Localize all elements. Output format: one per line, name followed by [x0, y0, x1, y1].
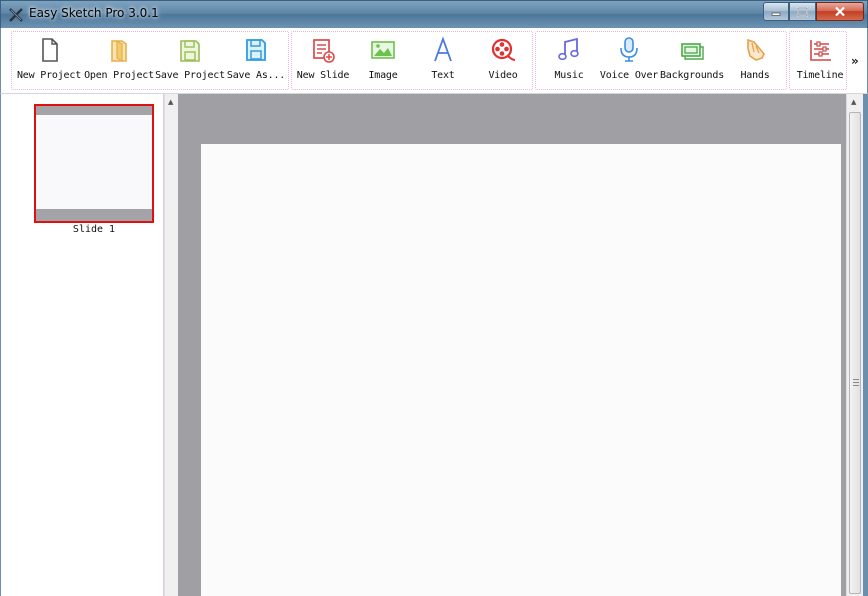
new-project-label: New Project: [16, 70, 82, 81]
minimize-button[interactable]: [763, 2, 789, 21]
toolbar-overflow-button[interactable]: »: [851, 54, 859, 68]
save-as-label: Save As...: [226, 70, 286, 81]
save-project-label: Save Project: [155, 70, 225, 81]
save-as-button[interactable]: Save As...: [223, 32, 289, 88]
hands-button[interactable]: Hands: [722, 32, 788, 88]
new-slide-label: New Slide: [296, 70, 350, 81]
timeline-button[interactable]: Timeline: [787, 32, 853, 88]
main-toolbar: New Project Open Project Save Project Sa…: [0, 28, 868, 94]
open-project-button[interactable]: Open Project: [84, 32, 154, 88]
close-icon: [835, 6, 845, 17]
voice-over-label: Voice Over: [599, 70, 659, 81]
video-icon: [491, 38, 516, 61]
text-button[interactable]: Text: [410, 32, 476, 88]
title-bar: Easy Sketch Pro 3.0.1: [0, 0, 868, 28]
slide-thumbnail[interactable]: [34, 104, 154, 223]
canvas-scroll-up-arrow-icon[interactable]: ▲: [851, 98, 856, 106]
close-button[interactable]: [816, 2, 864, 21]
backgrounds-label: Backgrounds: [659, 70, 725, 81]
slide-canvas[interactable]: [201, 144, 841, 596]
window-right-border: [863, 94, 868, 596]
text-icon: [434, 36, 452, 62]
voice-over-button[interactable]: Voice Over: [596, 32, 662, 88]
new-project-button[interactable]: New Project: [16, 32, 82, 88]
image-icon: [371, 41, 395, 59]
timeline-icon: [810, 40, 831, 61]
video-button[interactable]: Video: [470, 32, 536, 88]
microphone-icon: [620, 37, 638, 62]
slides-panel: Slide 1: [0, 94, 164, 596]
music-label: Music: [554, 70, 584, 81]
image-label: Image: [368, 70, 398, 81]
scroll-grip-icon: [853, 379, 859, 388]
new-slide-button[interactable]: New Slide: [290, 32, 356, 88]
new-slide-icon: [313, 39, 335, 63]
save-disk-icon: [180, 40, 200, 62]
maximize-button[interactable]: [789, 2, 816, 21]
music-button[interactable]: Music: [536, 32, 602, 88]
backgrounds-button[interactable]: Backgrounds: [659, 32, 725, 88]
image-button[interactable]: Image: [350, 32, 416, 88]
open-folder-icon: [111, 39, 127, 63]
hand-icon: [747, 38, 765, 61]
slide-thumbnail-bottom-band: [36, 209, 152, 221]
backgrounds-icon: [681, 43, 704, 60]
window-title: Easy Sketch Pro 3.0.1: [29, 6, 159, 20]
canvas-vertical-scrollbar[interactable]: ▲: [846, 94, 863, 596]
app-logo-icon: [9, 8, 23, 22]
save-as-disk-icon: [246, 39, 266, 61]
minimize-icon: [771, 12, 781, 16]
canvas-area: [178, 94, 846, 596]
text-label: Text: [431, 70, 455, 81]
slide-thumbnail-top-band: [36, 106, 152, 115]
hands-label: Hands: [740, 70, 770, 81]
new-file-icon: [42, 38, 58, 62]
slide-label: Slide 1: [72, 224, 116, 235]
slides-panel-scrollbar[interactable]: ▲: [164, 94, 178, 596]
video-label: Video: [488, 70, 518, 81]
maximize-icon: [797, 6, 808, 17]
timeline-label: Timeline: [796, 70, 844, 81]
canvas-scroll-thumb[interactable]: [849, 112, 861, 594]
scroll-up-arrow-icon[interactable]: ▲: [168, 98, 173, 106]
save-project-button[interactable]: Save Project: [155, 32, 225, 88]
music-icon: [558, 37, 579, 61]
open-project-label: Open Project: [84, 70, 154, 81]
